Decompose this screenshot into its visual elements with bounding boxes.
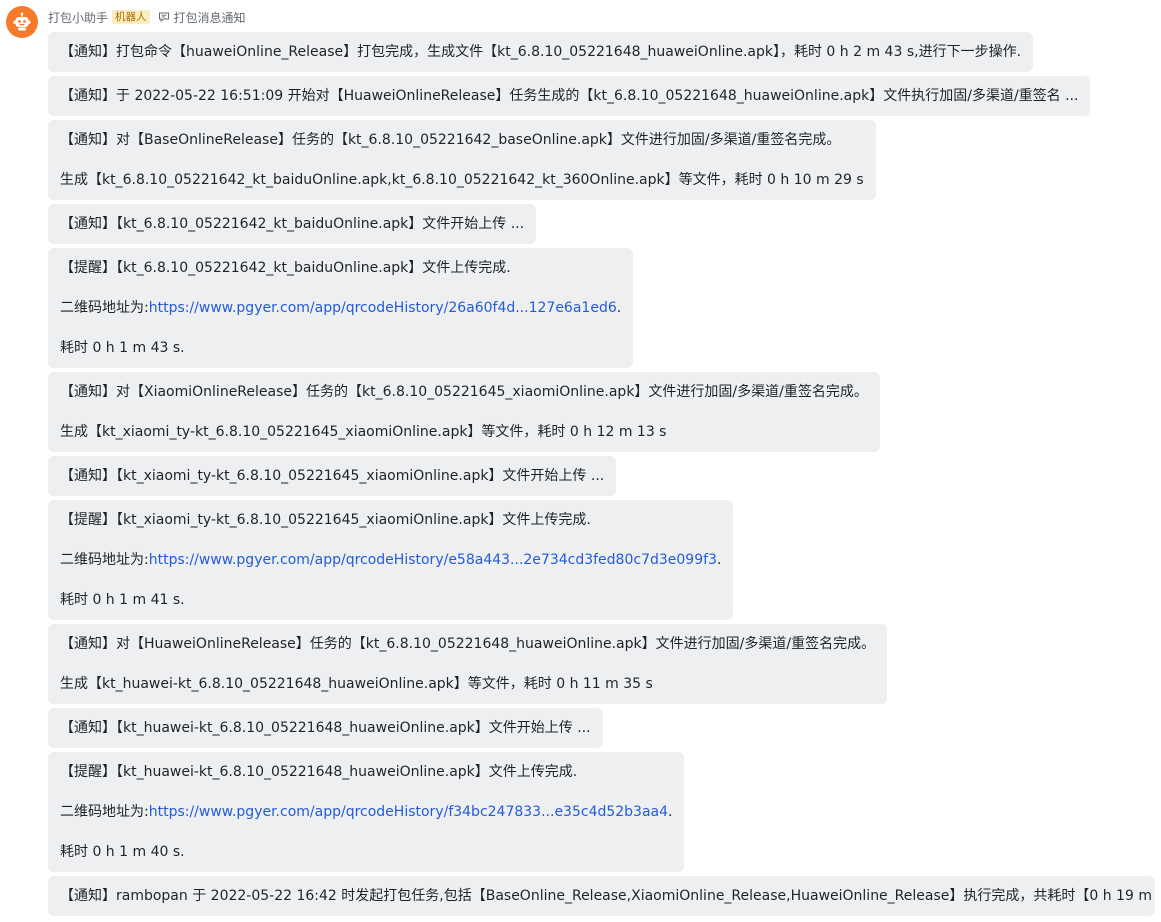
message-bubble[interactable]: 【通知】对【BaseOnlineRelease】任务的【kt_6.8.10_05… [48, 120, 876, 200]
message-bubble[interactable]: 【通知】对【XiaomiOnlineRelease】任务的【kt_6.8.10_… [48, 372, 880, 452]
message-text: 【通知】【kt_6.8.10_05221642_kt_baiduOnline.a… [60, 216, 525, 232]
qr-suffix: . [668, 804, 673, 820]
message-text: 【通知】对【BaseOnlineRelease】任务的【kt_6.8.10_05… [60, 132, 841, 148]
bot-avatar[interactable] [6, 6, 38, 38]
qr-link[interactable]: https://www.pgyer.com/app/qrcodeHistory/… [149, 802, 668, 822]
message-text: 【通知】rambopan 于 2022-05-22 16:42 时发起打包任务,… [60, 888, 1155, 904]
message-bubble[interactable]: 【提醒】【kt_xiaomi_ty-kt_6.8.10_05221645_xia… [48, 500, 734, 620]
robot-icon [13, 12, 31, 31]
duration-text: 耗时 0 h 1 m 43 s. [60, 340, 185, 356]
topic-label[interactable]: 打包消息通知 [174, 9, 246, 26]
qr-line: 二维码地址为: https://www.pgyer.com/app/qrcode… [60, 792, 672, 832]
bot-badge: 机器人 [112, 10, 150, 24]
duration-text: 耗时 0 h 1 m 40 s. [60, 844, 185, 860]
message-text: 【通知】打包命令【huaweiOnline_Release】打包完成，生成文件【… [60, 44, 1022, 60]
message-bubble[interactable]: 【通知】【kt_6.8.10_05221642_kt_baiduOnline.a… [48, 204, 537, 244]
message-text: 生成【kt_6.8.10_05221642_kt_baiduOnline.apk… [60, 172, 864, 188]
message-text: 【通知】于 2022-05-22 16:51:09 开始对【HuaweiOnli… [60, 88, 1079, 104]
duration-text: 耗时 0 h 1 m 41 s. [60, 592, 185, 608]
chat-thread: 打包小助手 机器人 打包消息通知 【通知】打包命令【huaweiOnline_R… [0, 0, 1161, 922]
qr-suffix: . [616, 300, 622, 316]
message-text: 【提醒】【kt_6.8.10_05221642_kt_baiduOnline.a… [60, 260, 511, 276]
qr-line: 二维码地址为: https://www.pgyer.com/app/qrcode… [60, 540, 721, 580]
message-bubble[interactable]: 【通知】打包命令【huaweiOnline_Release】打包完成，生成文件【… [48, 32, 1034, 72]
message-bubble[interactable]: 【通知】【kt_xiaomi_ty-kt_6.8.10_05221645_xia… [48, 456, 617, 496]
qr-link[interactable]: https://www.pgyer.com/app/qrcodeHistory/… [149, 298, 617, 318]
qr-suffix: . [716, 552, 722, 568]
message-text: 生成【kt_huawei-kt_6.8.10_05221648_huaweiOn… [60, 676, 653, 692]
qr-prefix: 二维码地址为: [60, 804, 149, 820]
message-header: 打包小助手 机器人 打包消息通知 [48, 8, 246, 26]
message-text: 生成【kt_xiaomi_ty-kt_6.8.10_05221645_xiaom… [60, 424, 667, 440]
message-bubble[interactable]: 【提醒】【kt_huawei-kt_6.8.10_05221648_huawei… [48, 752, 685, 872]
message-text: 【提醒】【kt_xiaomi_ty-kt_6.8.10_05221645_xia… [60, 512, 591, 528]
message-topic-icon [158, 11, 170, 23]
message-bubble[interactable]: 【通知】于 2022-05-22 16:51:09 开始对【HuaweiOnli… [48, 76, 1091, 116]
message-text: 【通知】对【XiaomiOnlineRelease】任务的【kt_6.8.10_… [60, 384, 868, 400]
qr-prefix: 二维码地址为: [60, 552, 149, 568]
message-text: 【通知】【kt_xiaomi_ty-kt_6.8.10_05221645_xia… [60, 468, 605, 484]
message-text: 【提醒】【kt_huawei-kt_6.8.10_05221648_huawei… [60, 764, 578, 780]
message-text: 【通知】【kt_huawei-kt_6.8.10_05221648_huawei… [60, 720, 591, 736]
qr-link[interactable]: https://www.pgyer.com/app/qrcodeHistory/… [149, 550, 717, 570]
message-bubble[interactable]: 【提醒】【kt_6.8.10_05221642_kt_baiduOnline.a… [48, 248, 634, 368]
message-text: 【通知】对【HuaweiOnlineRelease】任务的【kt_6.8.10_… [60, 636, 876, 652]
message-bubble[interactable]: 【通知】rambopan 于 2022-05-22 16:42 时发起打包任务,… [48, 876, 1155, 916]
message-bubble[interactable]: 【通知】【kt_huawei-kt_6.8.10_05221648_huawei… [48, 708, 603, 748]
message-bubble[interactable]: 【通知】对【HuaweiOnlineRelease】任务的【kt_6.8.10_… [48, 624, 888, 704]
qr-prefix: 二维码地址为: [60, 300, 149, 316]
sender-name[interactable]: 打包小助手 [48, 9, 108, 26]
qr-line: 二维码地址为: https://www.pgyer.com/app/qrcode… [60, 288, 621, 328]
